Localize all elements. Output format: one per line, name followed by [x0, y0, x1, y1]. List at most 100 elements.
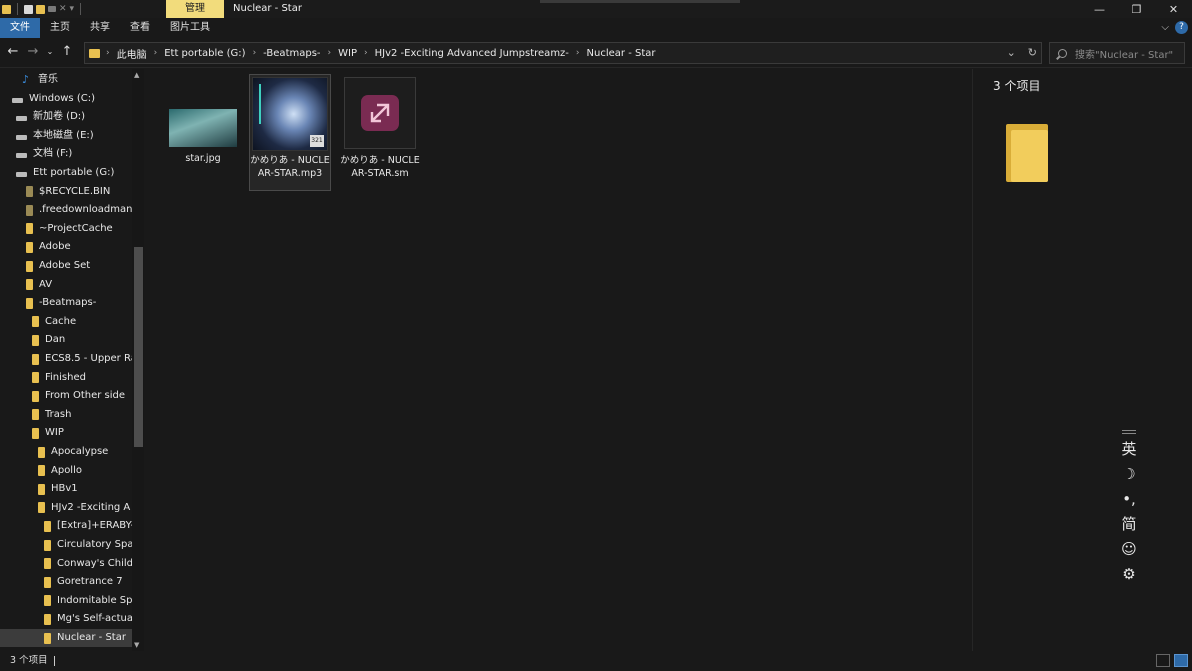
- large-icons-view-icon[interactable]: [1174, 654, 1188, 667]
- sidebar-item[interactable]: [Extra]+ERABY-: [0, 517, 132, 535]
- folder-icon: [32, 334, 39, 346]
- sidebar-item-label: Dan: [45, 334, 66, 346]
- sidebar-item[interactable]: Nuclear - Star: [0, 629, 132, 647]
- sidebar-item[interactable]: HJv2 -Exciting A: [0, 499, 132, 517]
- sidebar-item-label: $RECYCLE.BIN: [39, 185, 111, 197]
- details-view-icon[interactable]: [1156, 654, 1170, 667]
- folder-icon: [26, 297, 33, 309]
- delete-icon[interactable]: ✕: [59, 4, 67, 14]
- sidebar-item[interactable]: Adobe Set: [0, 257, 132, 275]
- scroll-down-icon[interactable]: ▼: [134, 641, 139, 649]
- sidebar-item[interactable]: HBv1: [0, 480, 132, 498]
- breadcrumb-wip[interactable]: WIP: [338, 48, 357, 59]
- sidebar-item[interactable]: 文档 (F:): [0, 145, 132, 163]
- close-icon[interactable]: ✕: [1155, 0, 1192, 18]
- nav-scrollbar[interactable]: ▲ ▼: [132, 69, 144, 651]
- breadcrumb-hjv2[interactable]: HJv2 -Exciting Advanced Jumpstreamz-: [375, 48, 569, 59]
- chevron-right-icon[interactable]: ›: [154, 48, 158, 58]
- ime-script-toggle[interactable]: 简: [1121, 515, 1136, 534]
- search-input[interactable]: 搜索"Nuclear - Star": [1049, 42, 1185, 64]
- ime-punctuation-toggle[interactable]: •,: [1122, 490, 1136, 509]
- refresh-icon[interactable]: ↻: [1028, 46, 1037, 59]
- customize-toolbar-icon[interactable]: ▾: [70, 4, 75, 14]
- chevron-right-icon[interactable]: ›: [253, 48, 257, 58]
- sidebar-item[interactable]: Apocalypse: [0, 443, 132, 461]
- sidebar-item[interactable]: Dan: [0, 331, 132, 349]
- sidebar-item[interactable]: 新加卷 (D:): [0, 108, 132, 126]
- tab-home[interactable]: 主页: [40, 18, 80, 38]
- chevron-right-icon[interactable]: ›: [328, 48, 332, 58]
- properties-icon[interactable]: [24, 4, 33, 14]
- drag-handle[interactable]: [1122, 430, 1136, 434]
- sidebar-item[interactable]: Circulatory Spa: [0, 536, 132, 554]
- restore-icon[interactable]: ❐: [1118, 0, 1155, 18]
- chevron-right-icon[interactable]: ›: [364, 48, 368, 58]
- sidebar-item[interactable]: Finished: [0, 369, 132, 387]
- sidebar-item-label: WIP: [45, 427, 64, 439]
- sidebar-item[interactable]: Trash: [0, 406, 132, 424]
- scrollbar-thumb[interactable]: [134, 247, 143, 447]
- expand-ribbon-icon[interactable]: ⌵: [1161, 22, 1169, 33]
- sidebar-item[interactable]: ~ProjectCache: [0, 220, 132, 238]
- sidebar-item[interactable]: 本地磁盘 (E:): [0, 127, 132, 145]
- folder-icon: [44, 595, 51, 607]
- sidebar-item[interactable]: Ett portable (G:): [0, 164, 132, 182]
- folder-icon: [44, 520, 51, 532]
- tab-share[interactable]: 共享: [80, 18, 120, 38]
- scroll-up-icon[interactable]: ▲: [134, 71, 139, 79]
- sidebar-item[interactable]: Apollo: [0, 462, 132, 480]
- sidebar-item[interactable]: ECS8.5 - Upper Ra: [0, 350, 132, 368]
- file-item-star-jpg[interactable]: star.jpg: [162, 77, 244, 166]
- sidebar-item[interactable]: Conway's Child: [0, 555, 132, 573]
- divider: [80, 3, 82, 15]
- sidebar-item[interactable]: Windows (C:): [0, 90, 132, 108]
- address-bar[interactable]: › 此电脑 › Ett portable (G:) › -Beatmaps- ›…: [84, 42, 1042, 64]
- sidebar-item-label: ~ProjectCache: [39, 222, 113, 234]
- sidebar-item-label: 音乐: [38, 74, 58, 85]
- manage-tab[interactable]: 管理: [166, 0, 224, 18]
- breadcrumb-drive[interactable]: Ett portable (G:): [164, 48, 245, 59]
- file-item-sm[interactable]: かめりあ - NUCLEAR-STAR.sm: [339, 77, 421, 180]
- tab-view[interactable]: 查看: [120, 18, 160, 38]
- ime-language-toggle[interactable]: 英: [1121, 440, 1136, 459]
- sidebar-item-label: Trash: [45, 408, 72, 420]
- file-name: かめりあ - NUCLEAR-STAR.sm: [340, 155, 420, 179]
- file-item-mp3[interactable]: 321 かめりあ - NUCLEAR-STAR.mp3: [249, 74, 331, 191]
- minimize-icon[interactable]: —: [1081, 0, 1118, 18]
- tab-file[interactable]: 文件: [0, 18, 40, 38]
- sidebar-item[interactable]: From Other side: [0, 387, 132, 405]
- back-icon[interactable]: ←: [6, 44, 20, 59]
- chevron-down-icon[interactable]: ⌄: [1007, 46, 1016, 59]
- help-icon[interactable]: ?: [1175, 21, 1188, 34]
- sidebar-item[interactable]: -Beatmaps-: [0, 294, 132, 312]
- forward-icon[interactable]: →: [26, 44, 40, 59]
- sidebar-item[interactable]: ♪ 音乐: [0, 71, 132, 89]
- app-icon: [361, 95, 399, 131]
- breadcrumb-beatmaps[interactable]: -Beatmaps-: [263, 48, 320, 59]
- sidebar-item[interactable]: Adobe: [0, 238, 132, 256]
- quick-access-toolbar: ✕ ▾: [0, 0, 84, 18]
- sidebar-item[interactable]: .freedownloadman: [0, 201, 132, 219]
- chevron-right-icon[interactable]: ›: [576, 48, 580, 58]
- tab-picture-tools[interactable]: 图片工具: [160, 18, 220, 38]
- rename-icon[interactable]: [48, 6, 56, 12]
- sidebar-item[interactable]: Cache: [0, 313, 132, 331]
- recent-locations-icon[interactable]: ⌄: [46, 47, 54, 56]
- new-folder-icon[interactable]: [36, 4, 45, 14]
- up-icon[interactable]: ↑: [60, 44, 74, 59]
- sidebar-item[interactable]: Goretrance 7: [0, 573, 132, 591]
- folder-icon[interactable]: [2, 4, 11, 14]
- image-thumbnail: [169, 109, 237, 147]
- sidebar-item[interactable]: Indomitable Sp: [0, 592, 132, 610]
- breadcrumb-this-pc[interactable]: 此电脑: [117, 46, 147, 61]
- sidebar-item[interactable]: $RECYCLE.BIN: [0, 183, 132, 201]
- sidebar-item[interactable]: Mg's Self-actua: [0, 610, 132, 628]
- folder-icon: [26, 241, 33, 253]
- moon-icon[interactable]: ☽: [1122, 465, 1135, 484]
- gear-icon[interactable]: ⚙: [1122, 565, 1135, 584]
- sidebar-item[interactable]: WIP: [0, 424, 132, 442]
- breadcrumb-current[interactable]: Nuclear - Star: [587, 48, 656, 59]
- sidebar-item[interactable]: AV: [0, 276, 132, 294]
- smiley-icon[interactable]: ☺: [1121, 540, 1137, 559]
- chevron-right-icon[interactable]: ›: [106, 48, 110, 58]
